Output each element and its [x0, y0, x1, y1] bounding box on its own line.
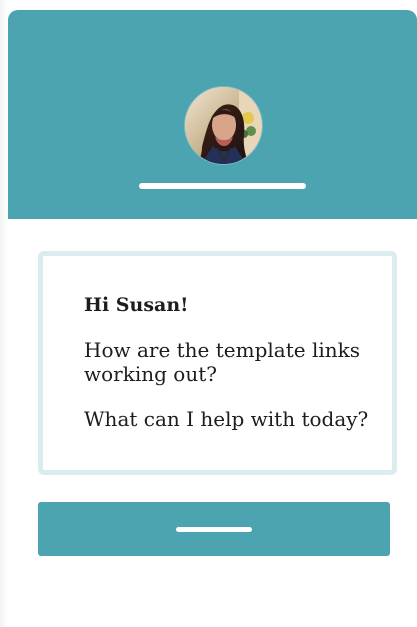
left-edge-shadow [0, 0, 8, 627]
greeting-text: Hi Susan! [84, 294, 189, 316]
profile-avatar [185, 87, 262, 164]
profile-photo-icon [185, 87, 262, 164]
button-label-placeholder [176, 527, 252, 532]
primary-action-button[interactable] [38, 502, 390, 556]
header-banner [8, 10, 417, 219]
chat-widget: Hi Susan! How are the template links wor… [0, 0, 417, 627]
help-question: What can I help with today? [84, 407, 369, 431]
header-name-placeholder [139, 183, 306, 189]
template-links-question: How are the template links working out? [84, 338, 360, 386]
